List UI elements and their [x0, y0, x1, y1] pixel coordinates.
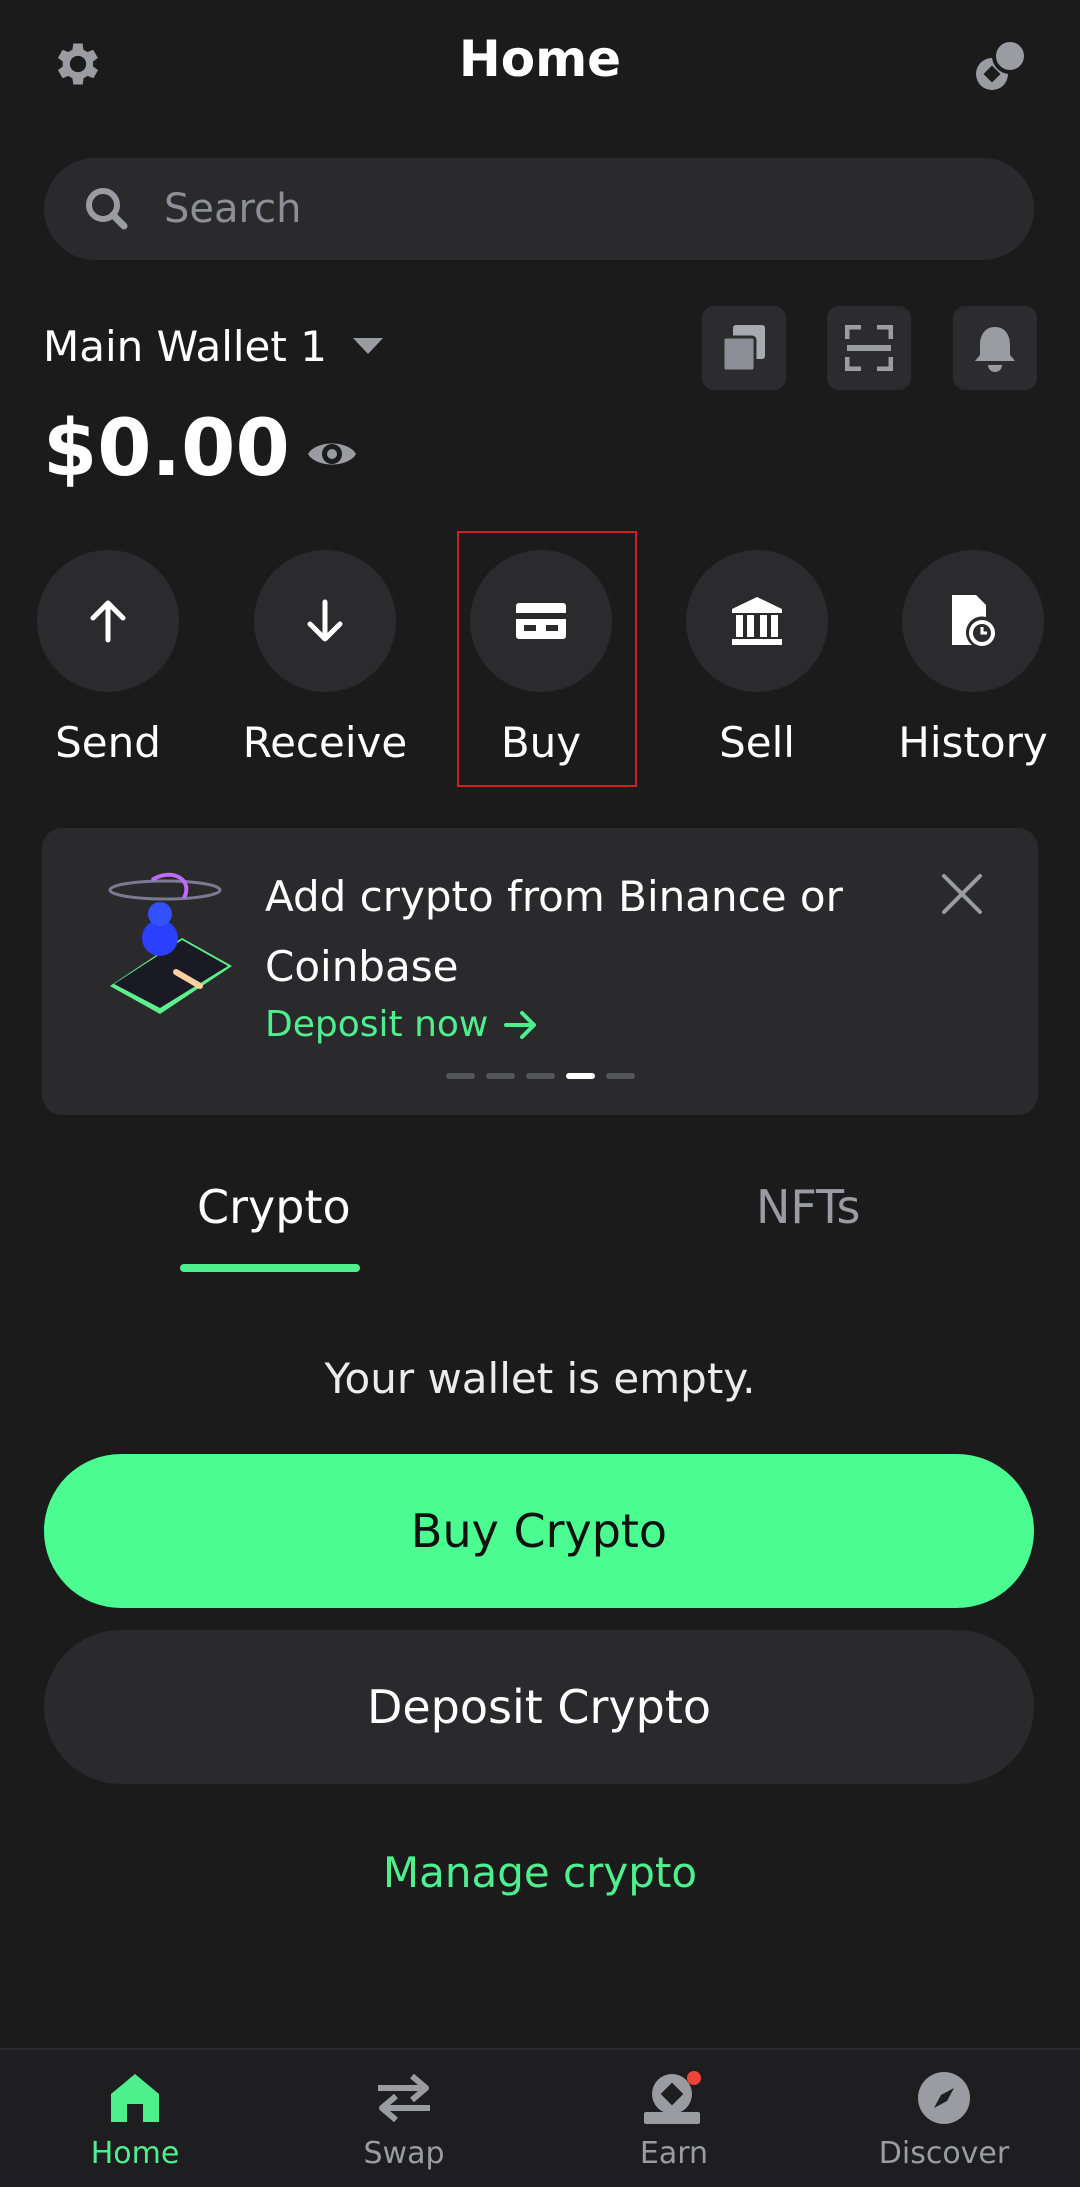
deposit-crypto-button[interactable]: Deposit Crypto: [44, 1630, 1034, 1784]
connect-button[interactable]: [972, 36, 1030, 94]
history-action[interactable]: History: [883, 550, 1063, 767]
nav-earn-label: Earn: [639, 2136, 709, 2171]
balance-value: $0.00: [43, 404, 290, 494]
history-button[interactable]: [902, 550, 1044, 692]
page-dot[interactable]: [486, 1073, 515, 1079]
arrow-right-icon: [504, 1010, 537, 1039]
wallet-balance: $0.00: [43, 404, 358, 494]
close-icon: [942, 874, 982, 914]
history-label: History: [898, 718, 1048, 767]
banner-illustration: [90, 868, 240, 1018]
send-action[interactable]: Send: [18, 550, 198, 767]
nav-swap[interactable]: Swap: [304, 2070, 504, 2171]
nav-swap-label: Swap: [363, 2136, 445, 2171]
scan-button[interactable]: [827, 306, 911, 390]
manage-crypto-link[interactable]: Manage crypto: [0, 1848, 1080, 1897]
eye-icon[interactable]: [306, 428, 358, 480]
sell-button[interactable]: [686, 550, 828, 692]
page-dot[interactable]: [446, 1073, 475, 1079]
copy-icon: [721, 325, 765, 373]
history-icon: [952, 595, 995, 646]
buy-crypto-button[interactable]: Buy Crypto: [44, 1454, 1034, 1608]
search-bar[interactable]: [44, 158, 1034, 260]
home-icon: [111, 2074, 159, 2122]
send-label: Send: [55, 718, 161, 767]
bank-icon: [732, 597, 782, 645]
wallet-name: Main Wallet 1: [43, 322, 327, 371]
receive-label: Receive: [242, 718, 408, 767]
page-dot[interactable]: [526, 1073, 555, 1079]
deposit-now-link[interactable]: Deposit now: [265, 1004, 538, 1045]
receive-button[interactable]: [254, 550, 396, 692]
nav-discover-label: Discover: [878, 2136, 1010, 2171]
empty-wallet-message: Your wallet is empty.: [324, 1354, 756, 1403]
buy-highlight: [457, 531, 637, 787]
bell-icon: [975, 327, 1015, 372]
nav-discover[interactable]: Discover: [844, 2070, 1044, 2171]
tab-crypto[interactable]: Crypto: [197, 1180, 351, 1234]
send-button[interactable]: [37, 550, 179, 692]
banner-pagination: [446, 1073, 635, 1079]
banner-text: Add crypto from Binance or Coinbase: [265, 872, 843, 991]
receive-action[interactable]: Receive: [235, 550, 415, 767]
search-icon: [86, 188, 128, 230]
nav-home[interactable]: Home: [35, 2070, 235, 2171]
search-input[interactable]: [164, 186, 964, 232]
swap-icon: [378, 2073, 430, 2123]
sell-action[interactable]: Sell: [667, 550, 847, 767]
sell-label: Sell: [719, 718, 795, 767]
page-dot-active[interactable]: [566, 1073, 595, 1079]
page-dot[interactable]: [606, 1073, 635, 1079]
arrow-down-icon: [307, 599, 343, 642]
page-title: Home: [458, 30, 622, 88]
link-icon: [976, 38, 1028, 90]
compass-icon: [918, 2072, 970, 2124]
wallet-selector[interactable]: Main Wallet 1: [43, 322, 383, 371]
close-banner-button[interactable]: [940, 872, 984, 916]
nav-home-label: Home: [90, 2136, 180, 2171]
active-tab-indicator: [180, 1264, 360, 1272]
copy-address-button[interactable]: [702, 306, 786, 390]
nav-earn[interactable]: Earn: [574, 2070, 774, 2171]
tab-nfts[interactable]: NFTs: [756, 1180, 861, 1234]
earn-icon: [644, 2071, 701, 2124]
arrow-up-icon: [90, 600, 126, 643]
scan-icon: [845, 325, 893, 371]
notifications-button[interactable]: [953, 306, 1037, 390]
chevron-down-icon: [352, 337, 383, 354]
deposit-now-label: Deposit now: [265, 1004, 489, 1045]
